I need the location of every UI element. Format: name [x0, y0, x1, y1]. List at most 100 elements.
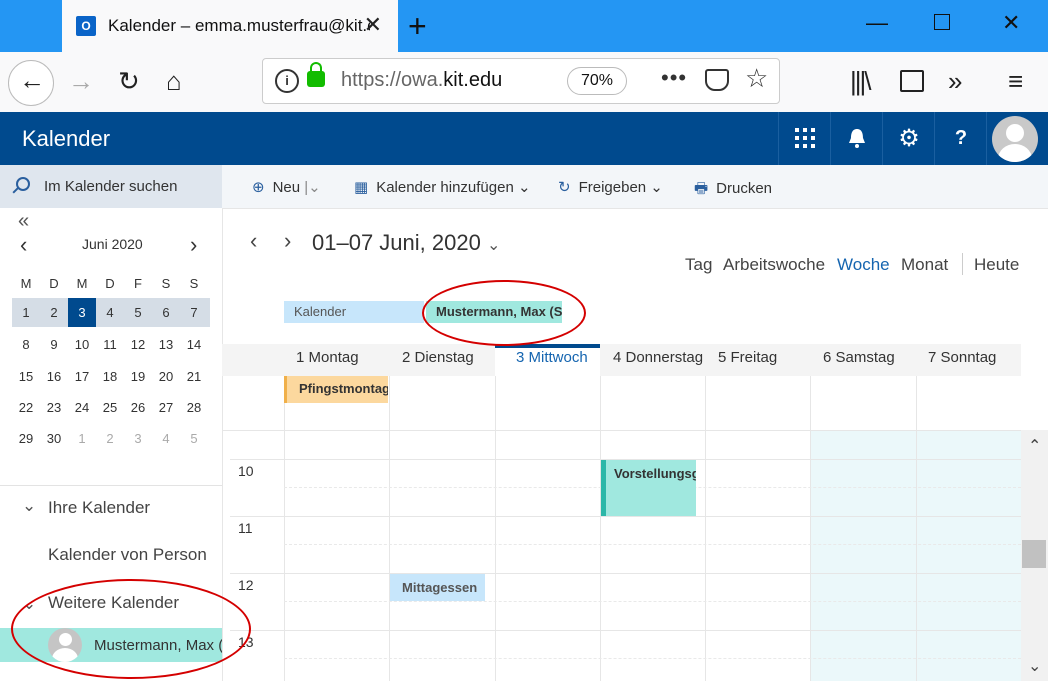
bookmark-star-icon[interactable]: ☆: [745, 63, 768, 94]
calendar-item-people[interactable]: Kalender von Personen: [48, 545, 206, 565]
allday-event-pfingstmontag[interactable]: Pfingstmontag: [284, 376, 388, 403]
mini-day[interactable]: 19: [124, 362, 152, 391]
help-icon[interactable]: ?: [934, 112, 987, 165]
next-week-icon[interactable]: ›: [284, 228, 291, 254]
mini-day[interactable]: 27: [152, 393, 180, 422]
browser-tab[interactable]: O Kalender – emma.musterfrau@kit.edu ✕: [62, 0, 398, 52]
mini-day[interactable]: 1: [12, 298, 40, 327]
day-header[interactable]: 7 Sonntag: [928, 344, 996, 376]
new-button[interactable]: ⊕ Neu |⌄: [252, 178, 321, 196]
back-button[interactable]: ←: [8, 60, 54, 106]
mini-day[interactable]: 2: [96, 424, 124, 453]
print-button[interactable]: 🖶 Drucken: [694, 178, 772, 203]
menu-icon[interactable]: ≡: [1008, 66, 1023, 96]
mini-day[interactable]: 18: [96, 362, 124, 391]
avatar[interactable]: [992, 116, 1038, 162]
mini-day[interactable]: 4: [96, 298, 124, 327]
today-button[interactable]: Heute: [974, 255, 1019, 275]
mini-day[interactable]: 5: [180, 424, 208, 453]
overflow-chevrons-icon[interactable]: »: [948, 66, 962, 96]
mini-day[interactable]: 2: [40, 298, 68, 327]
window-close-icon[interactable]: ✕: [1002, 10, 1020, 36]
mini-day[interactable]: 1: [68, 424, 96, 453]
mini-day[interactable]: 3: [68, 298, 96, 327]
day-header[interactable]: 1 Montag: [296, 344, 359, 376]
prev-week-icon[interactable]: ‹: [250, 228, 257, 254]
info-icon[interactable]: i: [275, 69, 299, 93]
view-month[interactable]: Monat: [901, 255, 948, 275]
scrollbar-thumb[interactable]: [1022, 540, 1046, 568]
mini-day[interactable]: 24: [68, 393, 96, 422]
bell-icon[interactable]: [830, 112, 883, 165]
new-tab-icon[interactable]: +: [408, 8, 427, 44]
day-header[interactable]: 4 Donnerstag: [613, 344, 703, 376]
mini-day[interactable]: 26: [124, 393, 152, 422]
close-tab-icon[interactable]: ✕: [364, 12, 382, 38]
mini-day[interactable]: 3: [124, 424, 152, 453]
mini-day[interactable]: 12: [124, 330, 152, 359]
mini-month-label[interactable]: Juni 2020: [82, 236, 143, 252]
view-day[interactable]: Tag: [685, 255, 712, 275]
scroll-down-icon[interactable]: ⌄: [1028, 656, 1041, 676]
library-icon[interactable]: |||\: [850, 66, 871, 96]
page-actions-icon[interactable]: •••: [661, 65, 687, 91]
mini-day[interactable]: 11: [96, 330, 124, 359]
mini-day[interactable]: 22: [12, 393, 40, 422]
mini-day[interactable]: 17: [68, 362, 96, 391]
mini-day[interactable]: 30: [40, 424, 68, 453]
zoom-level[interactable]: 70%: [567, 67, 627, 95]
forward-icon[interactable]: →: [68, 66, 94, 96]
mini-next-month-icon[interactable]: ›: [190, 232, 197, 258]
scroll-up-icon[interactable]: ⌃: [1028, 436, 1041, 456]
mini-day[interactable]: 23: [40, 393, 68, 422]
mini-day[interactable]: 4: [152, 424, 180, 453]
day-header[interactable]: 5 Freitag: [718, 344, 777, 376]
mini-day[interactable]: 5: [124, 298, 152, 327]
mini-day[interactable]: 29: [12, 424, 40, 453]
url-text[interactable]: https://owa.kit.edu: [341, 69, 502, 92]
mini-day[interactable]: 8: [12, 330, 40, 359]
lock-icon[interactable]: [307, 62, 325, 87]
day-header[interactable]: 2 Dienstag: [402, 344, 474, 376]
shared-calendar-item[interactable]: Mustermann, Max (SCC): [0, 628, 222, 662]
view-week[interactable]: Woche: [837, 255, 890, 275]
gear-icon[interactable]: ⚙: [882, 112, 935, 165]
group-other-calendars[interactable]: Weitere Kalender: [48, 593, 179, 613]
mini-day[interactable]: 7: [180, 298, 208, 327]
event-mittagessen[interactable]: Mittagessen: [390, 574, 485, 601]
reload-icon[interactable]: ↻: [118, 66, 140, 96]
url-bar[interactable]: i https://owa.kit.edu 70% ••• ☆: [262, 58, 780, 104]
mini-day[interactable]: 6: [152, 298, 180, 327]
event-vorstellungsgespraech[interactable]: Vorstellungsgespräch: [601, 460, 696, 516]
pocket-icon[interactable]: [705, 69, 729, 91]
mini-day[interactable]: 25: [96, 393, 124, 422]
chevron-down-icon[interactable]: ⌄: [22, 594, 36, 614]
mini-day[interactable]: 9: [40, 330, 68, 359]
maximize-icon[interactable]: [934, 14, 950, 30]
mini-day[interactable]: 20: [152, 362, 180, 391]
group-your-calendars[interactable]: Ihre Kalender: [48, 498, 150, 518]
calendar-chip-shared[interactable]: Mustermann, Max (SCC): [426, 301, 562, 323]
mini-prev-month-icon[interactable]: ‹: [20, 232, 27, 258]
mini-day[interactable]: 13: [152, 330, 180, 359]
apps-grid-icon[interactable]: [778, 112, 831, 165]
mini-day[interactable]: 14: [180, 330, 208, 359]
chevron-down-icon[interactable]: ⌄: [22, 496, 36, 516]
share-button[interactable]: ↻ Freigeben ⌄: [558, 178, 663, 196]
day-header[interactable]: 3 Mittwoch: [516, 344, 588, 376]
add-calendar-button[interactable]: ▦ Kalender hinzufügen ⌄: [354, 178, 531, 196]
sidebar-icon[interactable]: [900, 70, 924, 92]
mini-day[interactable]: 10: [68, 330, 96, 359]
calendar-chip-own[interactable]: Kalender: [284, 301, 424, 323]
view-workweek[interactable]: Arbeitswoche: [723, 255, 825, 275]
minimize-icon[interactable]: —: [866, 10, 888, 36]
date-range-title[interactable]: 01–07 Juni, 2020 ⌄: [312, 230, 500, 256]
day-header[interactable]: 6 Samstag: [823, 344, 895, 376]
home-icon[interactable]: ⌂: [166, 66, 182, 96]
calendar-search[interactable]: Im Kalender suchen: [0, 165, 222, 208]
collapse-pane-icon[interactable]: «: [18, 210, 29, 233]
mini-day[interactable]: 16: [40, 362, 68, 391]
mini-day[interactable]: 15: [12, 362, 40, 391]
mini-day[interactable]: 28: [180, 393, 208, 422]
mini-day[interactable]: 21: [180, 362, 208, 391]
